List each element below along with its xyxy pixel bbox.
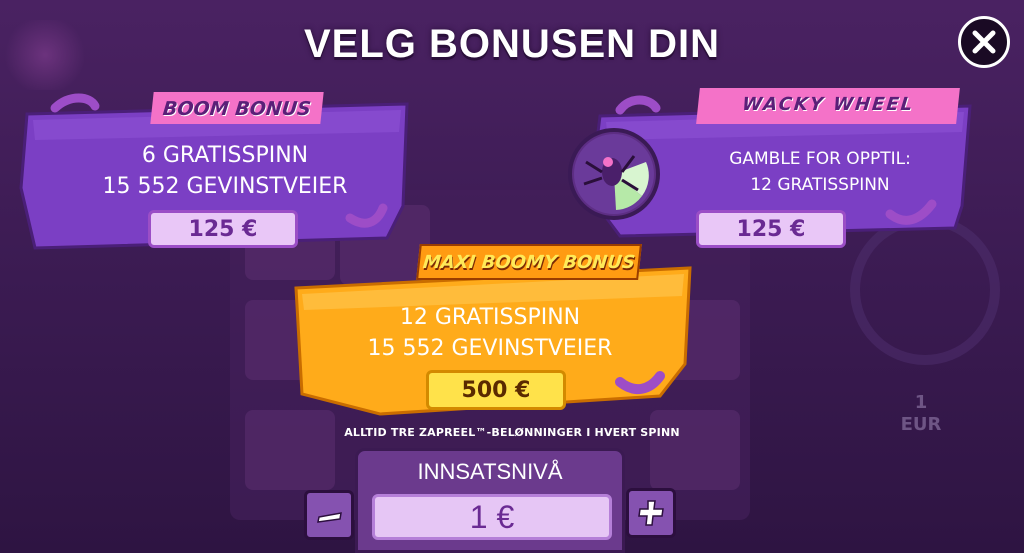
wacky-wheel-buy-button[interactable]: 125 € xyxy=(696,210,846,248)
wacky-wheel-card[interactable]: WACKY WHEEL GAMBLE FOR OPPTIL: 12 GRATIS… xyxy=(560,86,980,258)
maxi-boomy-bonus-description: 12 GRATISSPINN 15 552 GEVINSTVEIER xyxy=(310,302,670,364)
maxi-boomy-bonus-title: MAXI BOOMY BONUS xyxy=(416,244,642,280)
wacky-wheel-title: WACKY WHEEL xyxy=(696,88,960,124)
decrease-bet-button[interactable] xyxy=(304,490,354,540)
bet-level-value: 1 € xyxy=(372,494,612,540)
boom-bonus-spins: 6 GRATISSPINN xyxy=(141,143,309,168)
boom-bonus-title: BOOM BONUS xyxy=(150,92,324,124)
page-title: VELG BONUSEN DIN xyxy=(303,22,721,66)
reel-cell xyxy=(245,410,335,490)
maxi-boomy-bonus-card[interactable]: MAXI BOOMY BONUS 12 GRATISSPINN 15 552 G… xyxy=(290,244,700,422)
reel-cell xyxy=(650,410,740,490)
maxi-boomy-bonus-spins: 12 GRATISSPINN xyxy=(399,305,581,330)
boom-bonus-ways: 15 552 GEVINSTVEIER xyxy=(102,174,348,199)
minus-icon xyxy=(317,512,342,523)
wacky-wheel-icon xyxy=(568,128,660,220)
maxi-boomy-bonus-buy-button[interactable]: 500 € xyxy=(426,370,566,410)
wacky-wheel-description: GAMBLE FOR OPPTIL: 12 GRATISSPINN xyxy=(670,146,970,198)
boom-bonus-description: 6 GRATISSPINN 15 552 GEVINSTVEIER xyxy=(65,140,385,202)
spider-icon xyxy=(574,134,654,214)
wacky-wheel-spins: 12 GRATISSPINN xyxy=(750,175,890,195)
bet-level-label: INNSATSNIVÅ xyxy=(417,459,563,484)
zapreel-footnote: ALLTID TRE ZAPREEL™-BELØNNINGER I HVERT … xyxy=(344,426,680,439)
increase-bet-button[interactable] xyxy=(626,488,676,538)
boom-bonus-buy-button[interactable]: 125 € xyxy=(148,210,298,248)
boom-bonus-card[interactable]: BOOM BONUS 6 GRATISSPINN 15 552 GEVINSTV… xyxy=(15,88,415,258)
wacky-wheel-gamble-text: GAMBLE FOR OPPTIL: xyxy=(729,149,911,169)
close-button[interactable] xyxy=(958,16,1010,68)
close-icon xyxy=(972,30,996,54)
balance-value: 1 xyxy=(914,392,928,413)
plus-icon xyxy=(638,500,664,526)
maxi-boomy-bonus-ways: 15 552 GEVINSTVEIER xyxy=(367,336,613,361)
